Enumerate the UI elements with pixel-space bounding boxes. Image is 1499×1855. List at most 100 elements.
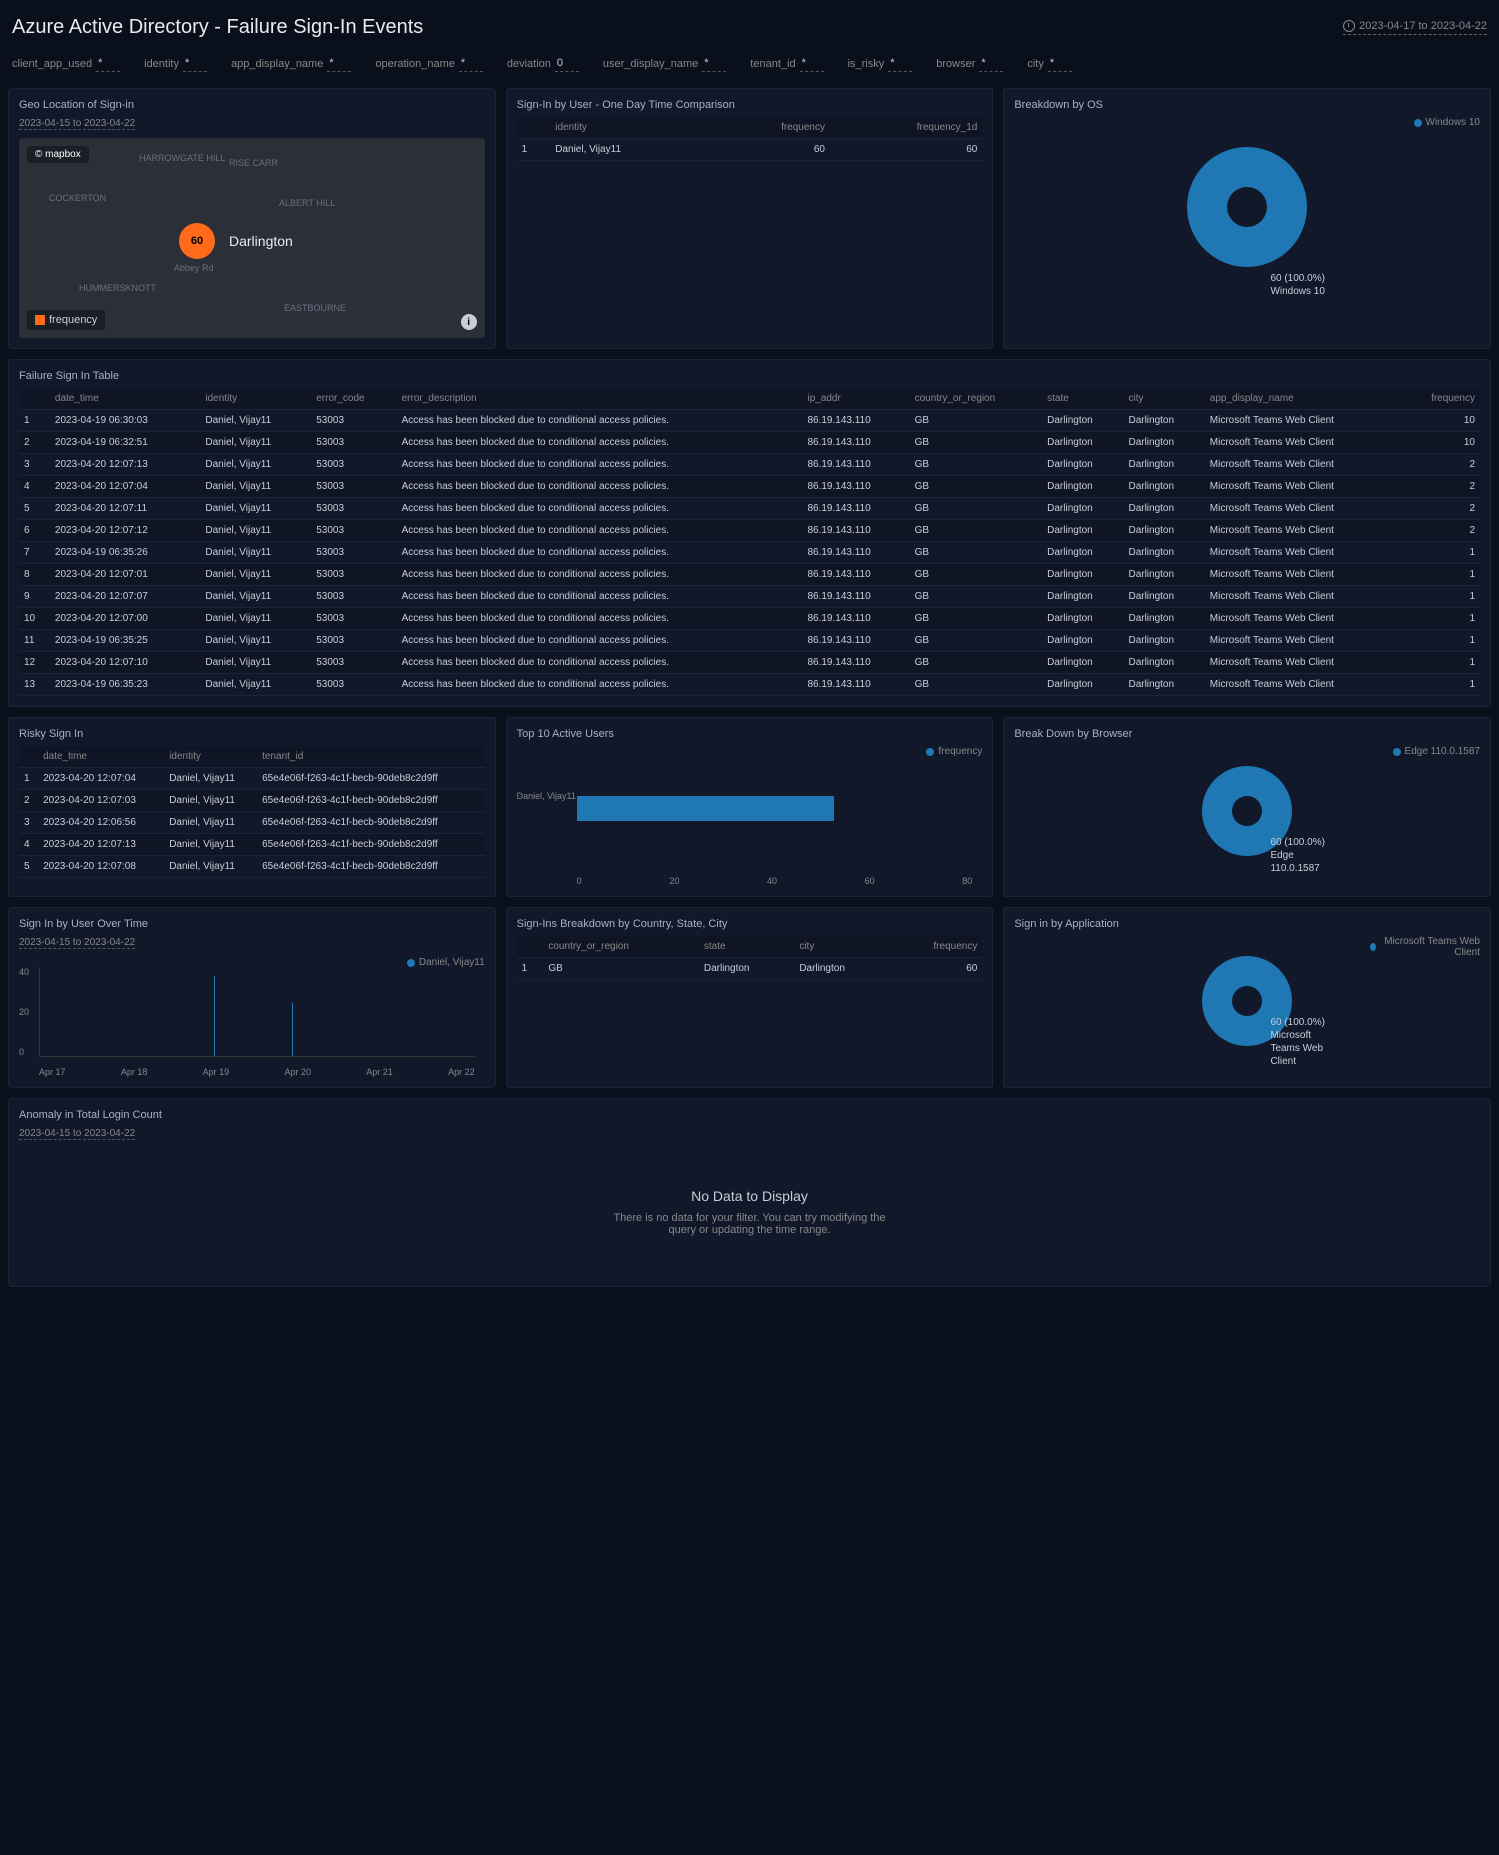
table-cell: 5 (19, 498, 50, 520)
line-chart[interactable]: Daniel, Vijay11 40200 Apr 17Apr 18Apr 19… (19, 957, 485, 1077)
table-cell: Darlington (1123, 410, 1204, 432)
col-header[interactable]: frequency (714, 117, 830, 139)
col-header[interactable]: state (1042, 388, 1123, 410)
axis-tick: Apr 21 (366, 1067, 393, 1077)
col-header[interactable]: date_time (50, 388, 200, 410)
col-header[interactable]: date_time (38, 746, 164, 768)
donut-label: 60 (100.0%) Windows 10 (1270, 272, 1324, 298)
table-cell: Access has been blocked due to condition… (397, 608, 803, 630)
filter-input[interactable] (327, 55, 351, 72)
filter-input[interactable] (979, 55, 1003, 72)
col-header[interactable]: frequency (890, 936, 983, 958)
filter-label: deviation (507, 58, 551, 70)
table-cell: GB (910, 498, 1043, 520)
bar-segment[interactable] (577, 796, 834, 821)
table-cell: 2023-04-19 06:32:51 (50, 432, 200, 454)
col-header[interactable]: app_display_name (1205, 388, 1401, 410)
filter-input[interactable] (183, 55, 207, 72)
line-y-axis: 40200 (19, 967, 29, 1057)
table-cell: 11 (19, 630, 50, 652)
table-cell: Darlington (1123, 520, 1204, 542)
col-header[interactable]: frequency (1401, 388, 1480, 410)
chart-legend[interactable]: Windows 10 (1414, 117, 1480, 128)
table-row[interactable]: 12023-04-19 06:30:03Daniel, Vijay1153003… (19, 410, 1480, 432)
map-cluster-marker[interactable]: 60 (179, 223, 215, 259)
col-header[interactable]: country_or_region (910, 388, 1043, 410)
table-row[interactable]: 122023-04-20 12:07:10Daniel, Vijay115300… (19, 652, 1480, 674)
col-header[interactable]: country_or_region (543, 936, 699, 958)
table-cell: 2023-04-19 06:35:23 (50, 674, 200, 696)
filter-input[interactable] (96, 55, 120, 72)
col-header[interactable]: identity (164, 746, 257, 768)
table-cell: 10 (19, 608, 50, 630)
table-cell: 60 (830, 139, 982, 161)
table-row[interactable]: 32023-04-20 12:07:13Daniel, Vijay1153003… (19, 454, 1480, 476)
date-range-picker[interactable]: 2023-04-17 to 2023-04-22 (1343, 20, 1487, 35)
map-widget[interactable]: © mapbox HARROWGATE HILL RISE CARR COCKE… (19, 138, 485, 338)
legend-dot (1393, 748, 1401, 756)
donut-chart[interactable] (1187, 147, 1307, 267)
table-cell: Daniel, Vijay11 (200, 410, 311, 432)
table-cell: 53003 (311, 652, 396, 674)
col-header[interactable]: city (1123, 388, 1204, 410)
legend-label: Windows 10 (1426, 117, 1480, 128)
col-header[interactable]: state (699, 936, 794, 958)
chart-legend[interactable]: Edge 110.0.1587 (1393, 746, 1480, 757)
filter-input[interactable] (459, 55, 483, 72)
table-row[interactable]: 12023-04-20 12:07:04Daniel, Vijay1165e4e… (19, 768, 485, 790)
table-cell: Darlington (1123, 432, 1204, 454)
table-row[interactable]: 92023-04-20 12:07:07Daniel, Vijay1153003… (19, 586, 1480, 608)
table-cell: 86.19.143.110 (802, 652, 909, 674)
info-icon[interactable]: i (461, 314, 477, 330)
table-row[interactable]: 22023-04-19 06:32:51Daniel, Vijay1153003… (19, 432, 1480, 454)
col-header[interactable]: ip_addr (802, 388, 909, 410)
table-cell: Darlington (1123, 630, 1204, 652)
col-header[interactable]: identity (200, 388, 311, 410)
table-row[interactable]: 22023-04-20 12:07:03Daniel, Vijay1165e4e… (19, 790, 485, 812)
table-row[interactable]: 102023-04-20 12:07:00Daniel, Vijay115300… (19, 608, 1480, 630)
row-num-header[interactable] (19, 746, 38, 768)
table-row[interactable]: 82023-04-20 12:07:01Daniel, Vijay1153003… (19, 564, 1480, 586)
filter-input[interactable] (888, 55, 912, 72)
chart-legend[interactable]: Microsoft Teams Web Client (1370, 936, 1480, 958)
table-cell: 1 (19, 410, 50, 432)
table-row[interactable]: 132023-04-19 06:35:23Daniel, Vijay115300… (19, 674, 1480, 696)
filter-input[interactable] (702, 55, 726, 72)
panel-date-sub[interactable]: 2023-04-15 to 2023-04-22 (19, 937, 135, 949)
row-num-header[interactable] (517, 936, 544, 958)
table-cell: 3 (19, 812, 38, 834)
table-cell: 86.19.143.110 (802, 630, 909, 652)
table-cell: 2 (1401, 520, 1480, 542)
filter-input[interactable] (555, 55, 579, 72)
col-header[interactable]: city (794, 936, 889, 958)
table-row[interactable]: 1GBDarlingtonDarlington60 (517, 958, 983, 980)
col-header[interactable]: frequency_1d (830, 117, 982, 139)
table-row[interactable]: 32023-04-20 12:06:56Daniel, Vijay1165e4e… (19, 812, 485, 834)
filter-input[interactable] (800, 55, 824, 72)
table-cell: GB (910, 630, 1043, 652)
table-cell: 86.19.143.110 (802, 542, 909, 564)
bar-chart[interactable]: frequency Daniel, Vijay11 020406080 (517, 746, 983, 886)
table-row[interactable]: 62023-04-20 12:07:12Daniel, Vijay1153003… (19, 520, 1480, 542)
col-header[interactable]: identity (550, 117, 713, 139)
col-header[interactable]: error_code (311, 388, 396, 410)
table-row[interactable]: 112023-04-19 06:35:25Daniel, Vijay115300… (19, 630, 1480, 652)
filter-input[interactable] (1048, 55, 1072, 72)
table-row[interactable]: 52023-04-20 12:07:08Daniel, Vijay1165e4e… (19, 856, 485, 878)
table-cell: Daniel, Vijay11 (200, 674, 311, 696)
table-row[interactable]: 42023-04-20 12:07:04Daniel, Vijay1153003… (19, 476, 1480, 498)
row-num-header[interactable] (517, 117, 551, 139)
col-header[interactable]: tenant_id (257, 746, 485, 768)
table-cell: 65e4e06f-f263-4c1f-becb-90deb8c2d9ff (257, 834, 485, 856)
table-row[interactable]: 1Daniel, Vijay116060 (517, 139, 983, 161)
table-row[interactable]: 42023-04-20 12:07:13Daniel, Vijay1165e4e… (19, 834, 485, 856)
row-num-header[interactable] (19, 388, 50, 410)
table-cell: Access has been blocked due to condition… (397, 586, 803, 608)
panel-date-sub[interactable]: 2023-04-15 to 2023-04-22 (19, 118, 135, 130)
col-header[interactable]: error_description (397, 388, 803, 410)
table-row[interactable]: 52023-04-20 12:07:11Daniel, Vijay1153003… (19, 498, 1480, 520)
panel-date-sub[interactable]: 2023-04-15 to 2023-04-22 (19, 1128, 135, 1140)
table-cell: 2023-04-20 12:06:56 (38, 812, 164, 834)
table-row[interactable]: 72023-04-19 06:35:26Daniel, Vijay1153003… (19, 542, 1480, 564)
filter-label: identity (144, 58, 179, 70)
